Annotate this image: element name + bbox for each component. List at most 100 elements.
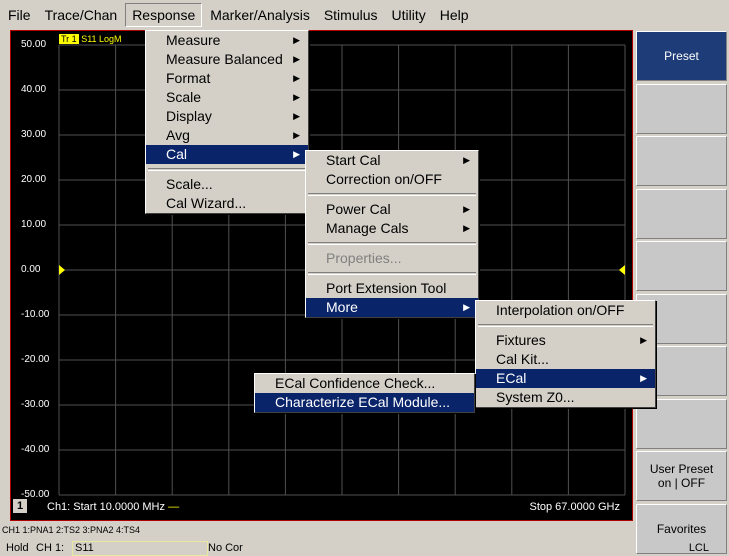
- submenu-arrow-icon: ▶: [293, 73, 300, 83]
- menu-item-manage-cals[interactable]: Manage Cals ▶: [306, 219, 478, 238]
- menu-item-label: Properties...: [326, 250, 402, 266]
- menu-item-cal[interactable]: Cal ▶: [146, 145, 308, 164]
- y-axis-tick-label: -30.00: [21, 399, 50, 410]
- menu-item-label: Cal: [166, 146, 188, 162]
- menu-item-port-extension-tool[interactable]: Port Extension Tool: [306, 279, 478, 298]
- start-frequency-text: Ch1: Start 10.0000 MHz: [47, 501, 166, 513]
- menu-item-label: System Z0...: [496, 389, 575, 405]
- y-axis-tick-label: -20.00: [21, 354, 50, 365]
- stop-frequency-label: Stop 67.0000 GHz: [529, 501, 620, 513]
- menu-item-measure-balanced[interactable]: Measure Balanced ▶: [146, 50, 308, 69]
- menu-item-cal-kit[interactable]: Cal Kit...: [476, 350, 655, 369]
- softkey-preset[interactable]: Preset: [636, 31, 727, 81]
- menu-item-system-z0[interactable]: System Z0...: [476, 388, 655, 407]
- submenu-arrow-icon: ▶: [463, 155, 470, 165]
- submenu-arrow-icon: ▶: [293, 35, 300, 45]
- menu-item-label: Avg: [166, 127, 190, 143]
- menu-item-power-cal[interactable]: Power Cal ▶: [306, 200, 478, 219]
- y-axis-tick-label: -10.00: [21, 309, 50, 320]
- y-axis-tick-label: 10.00: [21, 219, 47, 230]
- menu-item-characterize-ecal-module[interactable]: Characterize ECal Module...: [255, 393, 474, 412]
- softkey-4[interactable]: [636, 188, 727, 239]
- measurement-status: S11: [72, 541, 208, 556]
- menu-item-label: More: [326, 299, 358, 315]
- menubar-stimulus[interactable]: Stimulus: [318, 4, 384, 26]
- more-menu: Interpolation on/OFF Fixtures ▶ Cal Kit... E…: [475, 300, 656, 408]
- menu-item-label: Display: [166, 108, 212, 124]
- softkey-5[interactable]: [636, 241, 727, 291]
- submenu-arrow-icon: ▶: [640, 373, 647, 383]
- y-axis-tick-label: -50.00: [21, 489, 50, 500]
- status-bar: Hold CH 1: S11 No Cor LCL: [0, 540, 729, 556]
- menu-item-label: Port Extension Tool: [326, 280, 447, 296]
- menubar-help[interactable]: Help: [434, 4, 475, 26]
- menu-item-label: Fixtures: [496, 332, 546, 348]
- response-menu: Measure ▶ Measure Balanced ▶ Format ▶ Scale ▶ Di…: [145, 30, 309, 214]
- menubar-response[interactable]: Response: [125, 3, 203, 27]
- y-axis-tick-label: 50.00: [21, 39, 47, 50]
- menu-item-cal-wizard[interactable]: Cal Wizard...: [146, 194, 308, 213]
- trace-label[interactable]: Tr 1 S11 LogM: [59, 34, 122, 44]
- menu-separator: [478, 324, 653, 327]
- menu-item-display[interactable]: Display ▶: [146, 107, 308, 126]
- submenu-arrow-icon: ▶: [293, 130, 300, 140]
- correction-status: No Cor: [208, 542, 243, 554]
- menu-item-label: ECal Confidence Check...: [275, 375, 436, 391]
- menu-item-label: Manage Cals: [326, 220, 409, 236]
- menu-item-correction-on-off[interactable]: Correction on/OFF: [306, 170, 478, 189]
- menu-item-label: Power Cal: [326, 201, 391, 217]
- menu-item-label: Cal Kit...: [496, 351, 549, 367]
- menu-item-scale[interactable]: Scale ▶: [146, 88, 308, 107]
- submenu-arrow-icon: ▶: [293, 92, 300, 102]
- hold-status: Hold: [6, 542, 29, 554]
- menu-item-ecal-confidence-check[interactable]: ECal Confidence Check...: [255, 374, 474, 393]
- start-frequency-label: Ch1: Start 10.0000 MHz —: [47, 501, 180, 513]
- menubar-utility[interactable]: Utility: [386, 4, 432, 26]
- menubar-file[interactable]: File: [2, 4, 37, 26]
- menu-item-label: Cal Wizard...: [166, 195, 247, 211]
- cal-menu: Start Cal ▶ Correction on/OFF Power Cal ▶ Man…: [305, 150, 479, 318]
- menu-item-start-cal[interactable]: Start Cal ▶: [306, 151, 478, 170]
- menu-item-label: ECal: [496, 370, 527, 386]
- menu-item-ecal[interactable]: ECal ▶: [476, 369, 655, 388]
- y-axis-tick-label: -40.00: [21, 444, 50, 455]
- menu-item-label: Characterize ECal Module...: [275, 394, 451, 410]
- menu-item-scale[interactable]: Scale...: [146, 175, 308, 194]
- menu-item-label: Scale: [166, 89, 202, 105]
- y-axis-tick-label: 30.00: [21, 129, 47, 140]
- menu-item-label: Correction on/OFF: [326, 171, 442, 187]
- menu-item-label: Measure: [166, 32, 221, 48]
- menu-item-format[interactable]: Format ▶: [146, 69, 308, 88]
- menu-item-label: Start Cal: [326, 152, 381, 168]
- softkey-2[interactable]: [636, 83, 727, 134]
- reference-marker-right-icon: [619, 265, 625, 275]
- trace-tag: Tr 1: [59, 34, 79, 44]
- menu-item-interpolation-on-off[interactable]: Interpolation on/OFF: [476, 301, 655, 320]
- menu-separator: [308, 242, 476, 245]
- menu-item-measure[interactable]: Measure ▶: [146, 31, 308, 50]
- menu-item-fixtures[interactable]: Fixtures ▶: [476, 331, 655, 350]
- menu-separator: [308, 193, 476, 196]
- y-axis-tick-label: 0.00: [21, 264, 41, 275]
- menu-separator: [308, 272, 476, 275]
- menubar-marker-analysis[interactable]: Marker/Analysis: [204, 4, 316, 26]
- menu-item-more[interactable]: More ▶: [306, 298, 478, 317]
- menu-item-avg[interactable]: Avg ▶: [146, 126, 308, 145]
- menu-item-label: Format: [166, 70, 211, 86]
- trace-info: S11 LogM: [81, 34, 122, 44]
- channel-number: 1: [13, 499, 27, 513]
- menubar-trace-chan[interactable]: Trace/Chan: [39, 4, 124, 26]
- menu-bar: File Trace/Chan Response Marker/Analysis Sti…: [0, 0, 729, 30]
- channel-status-bar: CH1 1:PNA1 2:TS2 3:PNA2 4:TS4: [2, 525, 141, 535]
- softkey-user-preset-on-off[interactable]: User Preset on | OFF: [636, 451, 727, 501]
- menu-item-properties: Properties...: [306, 249, 478, 268]
- lcl-status: LCL: [688, 542, 709, 554]
- submenu-arrow-icon: ▶: [463, 204, 470, 214]
- submenu-arrow-icon: ▶: [293, 111, 300, 121]
- menu-separator: [148, 168, 306, 171]
- softkey-3[interactable]: [636, 136, 727, 186]
- submenu-arrow-icon: ▶: [463, 302, 470, 312]
- submenu-arrow-icon: ▶: [463, 223, 470, 233]
- ecal-menu: ECal Confidence Check... Characterize ECa…: [254, 373, 475, 413]
- submenu-arrow-icon: ▶: [293, 149, 300, 159]
